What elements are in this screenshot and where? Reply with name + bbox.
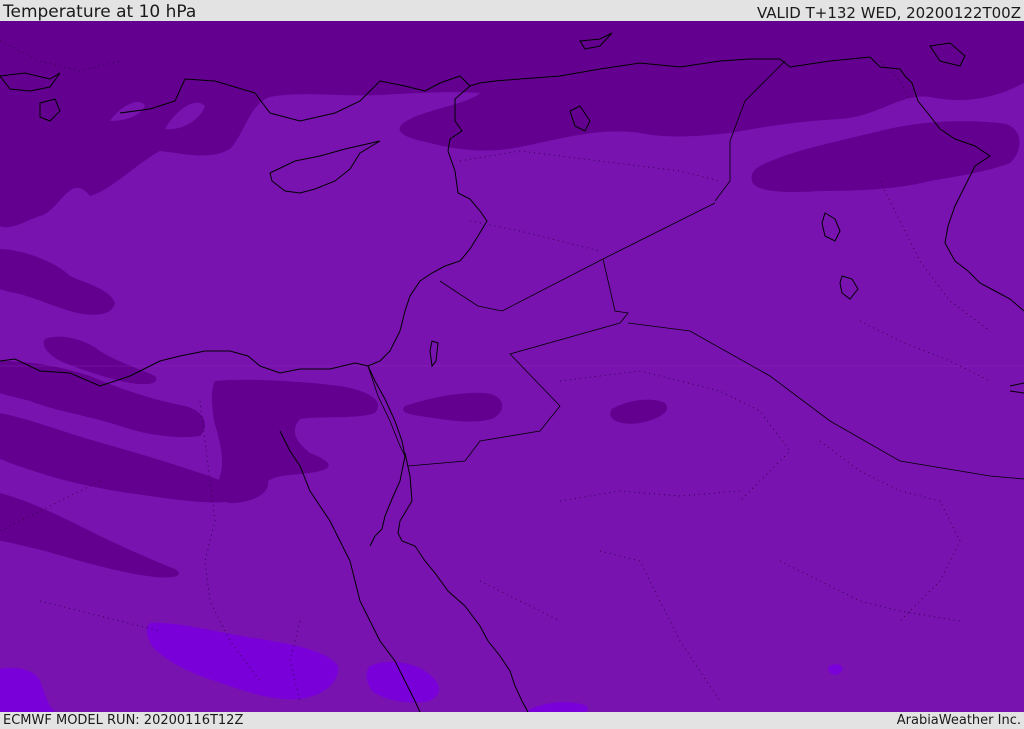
credit-label: ArabiaWeather Inc. (896, 713, 1021, 728)
map-title: Temperature at 10 hPa (3, 2, 197, 22)
valid-time: VALID T+132 WED, 20200122T00Z (756, 4, 1021, 22)
header-bar: Temperature at 10 hPa VALID T+132 WED, 2… (0, 0, 1024, 21)
map-canvas[interactable] (0, 21, 1024, 712)
footer-bar: ECMWF MODEL RUN: 20200116T12Z ArabiaWeat… (0, 712, 1024, 729)
model-run-label: ECMWF MODEL RUN: 20200116T12Z (3, 713, 244, 728)
temperature-map (0, 21, 1024, 712)
